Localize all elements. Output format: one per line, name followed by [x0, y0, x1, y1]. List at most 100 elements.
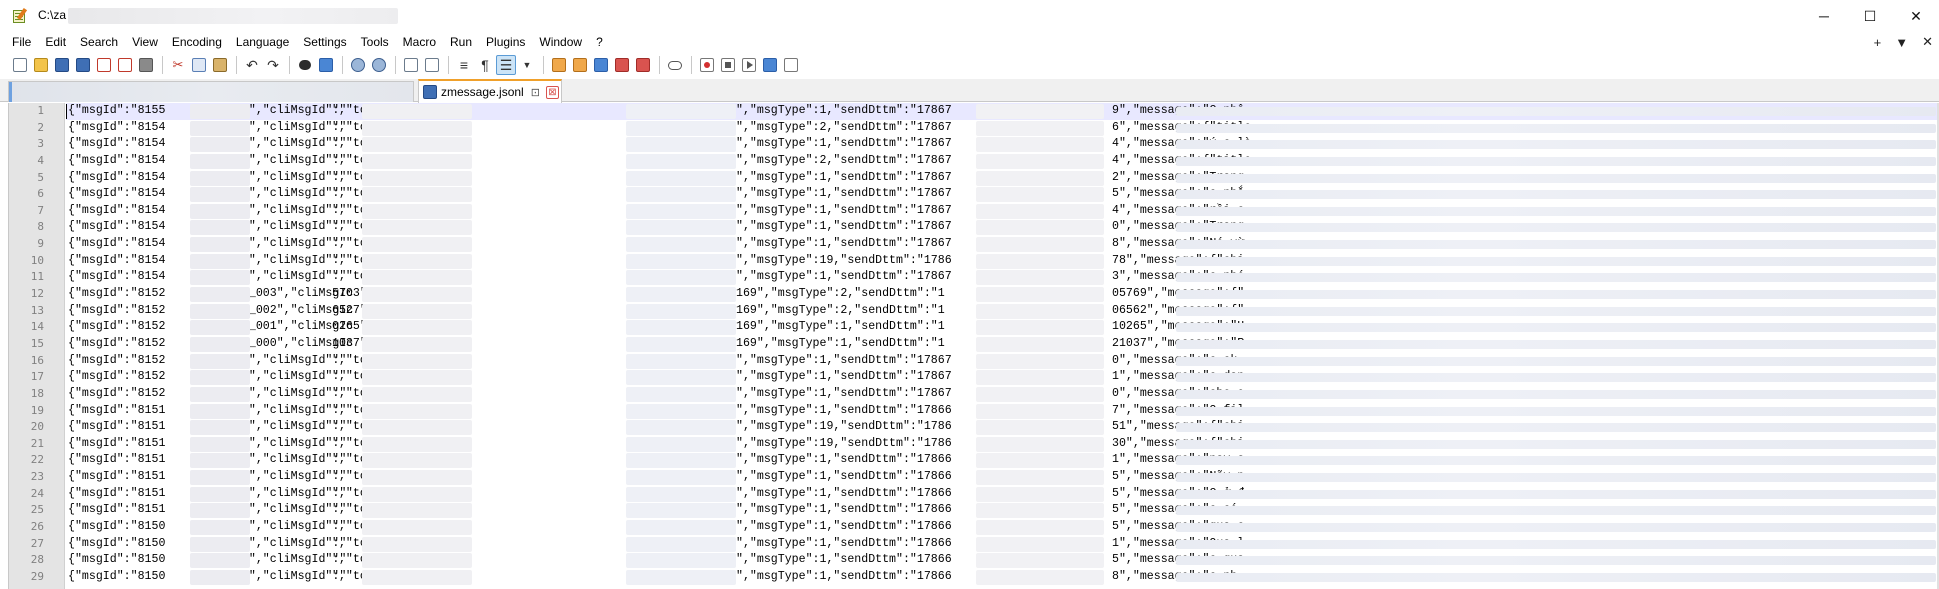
zoom-in-icon[interactable] — [348, 55, 368, 75]
tab-redacted[interactable] — [8, 81, 414, 102]
code-line[interactable]: {"msgId":"8152 34_002","cliMsgIc6527","t… — [66, 303, 1939, 320]
paste-icon[interactable] — [210, 55, 230, 75]
line-number: 13 — [30, 303, 44, 317]
menu-run[interactable]: Run — [443, 32, 479, 52]
document-map-icon[interactable] — [612, 55, 632, 75]
monitoring-icon[interactable] — [665, 55, 685, 75]
menu-file[interactable]: File — [0, 32, 38, 52]
new-file-icon[interactable] — [10, 55, 30, 75]
code-line[interactable]: {"msgId":"8154 94","cliMsgId":"","toUid"… — [66, 269, 1939, 286]
code-line[interactable]: {"msgId":"8152 34_000","cliMsgIc1037","t… — [66, 336, 1939, 353]
word-wrap-icon[interactable]: ≡ — [454, 55, 474, 75]
code-line[interactable]: {"msgId":"8151 33","cliMsgId":"","toUid"… — [66, 486, 1939, 503]
menu-settings[interactable]: Settings — [296, 32, 353, 52]
user-language-icon[interactable] — [549, 55, 569, 75]
find-icon[interactable] — [295, 55, 315, 75]
copy-icon[interactable] — [189, 55, 209, 75]
close-window-button[interactable]: ✕ — [1893, 0, 1939, 32]
open-file-icon[interactable] — [31, 55, 51, 75]
code-line[interactable]: {"msgId":"8150 43","cliMsgId":"","toUid"… — [66, 569, 1939, 586]
code-line[interactable]: {"msgId":"8151 52","cliMsgId":"","toUid"… — [66, 452, 1939, 469]
redacted-message-content — [1176, 256, 1936, 266]
maximize-button[interactable]: ☐ — [1847, 0, 1893, 32]
menu-language[interactable]: Language — [229, 32, 296, 52]
new-tab-button[interactable]: + — [1874, 35, 1882, 50]
code-line[interactable]: {"msgId":"8151 56","cliMsgId":"","toUid"… — [66, 469, 1939, 486]
function-list-icon[interactable] — [570, 55, 590, 75]
redacted-value — [190, 536, 250, 552]
menu-search[interactable]: Search — [73, 32, 125, 52]
code-line[interactable]: {"msgId":"8151 34","cliMsgId":"","toUid"… — [66, 403, 1939, 420]
code-line[interactable]: {"msgId":"8152 77","cliMsgId":"","toUid"… — [66, 386, 1939, 403]
code-line[interactable]: {"msgId":"8150 34","cliMsgId":"","toUid"… — [66, 519, 1939, 536]
line-number: 24 — [30, 486, 44, 500]
code-line[interactable]: {"msgId":"8152 34_001","cliMsgIc0265","t… — [66, 319, 1939, 336]
code-line[interactable]: {"msgId":"8152 55","cliMsgId":"","toUid"… — [66, 369, 1939, 386]
code-line[interactable]: {"msgId":"8151 06","cliMsgId":"","toUid"… — [66, 502, 1939, 519]
menu-view[interactable]: View — [125, 32, 165, 52]
pin-icon[interactable]: ⊡ — [531, 86, 540, 99]
code-line[interactable]: {"msgId":"8150 96","cliMsgId":"","toUid"… — [66, 552, 1939, 569]
save-macro-icon[interactable] — [781, 55, 801, 75]
show-all-characters-icon[interactable]: ¶ — [475, 55, 495, 75]
redacted-message-content — [1176, 456, 1936, 466]
cut-icon[interactable]: ✂ — [168, 55, 188, 75]
menu-macro[interactable]: Macro — [396, 32, 443, 52]
redacted-value — [626, 187, 736, 203]
code-line[interactable]: {"msgId":"8154 75","cliMsgId":"","toUid"… — [66, 120, 1939, 137]
redacted-message-content — [1176, 473, 1936, 483]
code-line[interactable]: {"msgId":"8154 34","cliMsgId":"","toUid"… — [66, 153, 1939, 170]
minimize-button[interactable]: ─ — [1801, 0, 1847, 32]
code-line[interactable]: {"msgId":"8154 24","cliMsgId":"","toUid"… — [66, 203, 1939, 220]
close-icon[interactable] — [94, 55, 114, 75]
save-all-icon[interactable] — [73, 55, 93, 75]
close-all-icon[interactable] — [115, 55, 135, 75]
editor[interactable]: 1 2 3 4 5 6 7 8 9 10 11 12 13 14 15 16 17 18 19 20 21 22 23 24 2… — [8, 103, 1939, 589]
code-line[interactable]: {"msgId":"8154 31","cliMsgId":"","toUid"… — [66, 219, 1939, 236]
code-line[interactable]: {"msgId":"8154 28","cliMsgId":"","toUid"… — [66, 253, 1939, 270]
run-macro-multiple-icon[interactable] — [760, 55, 780, 75]
code-line[interactable]: {"msgId":"8154 78","cliMsgId":"","toUid"… — [66, 236, 1939, 253]
menu-encoding[interactable]: Encoding — [165, 32, 229, 52]
play-macro-icon[interactable] — [739, 55, 759, 75]
tab-close-icon[interactable]: ⊠ — [545, 85, 559, 99]
menu-tools[interactable]: Tools — [354, 32, 396, 52]
code-line[interactable]: {"msgId":"8152 34_003","cliMsgIc5703","t… — [66, 286, 1939, 303]
print-icon[interactable] — [136, 55, 156, 75]
menu-window[interactable]: Window — [532, 32, 589, 52]
tab-list-dropdown[interactable]: ▼ — [1895, 35, 1908, 50]
folder-as-workspace-icon[interactable] — [591, 55, 611, 75]
code-line[interactable]: {"msgId":"8155 05","cliMsgId":"","toUid"… — [66, 103, 1939, 120]
menu-help[interactable]: ? — [589, 32, 610, 52]
indent-guide-icon[interactable]: ☰ — [496, 55, 516, 75]
zoom-out-icon[interactable] — [369, 55, 389, 75]
code-segment: ","msgType":1,"sendDttm":"17867 — [736, 237, 952, 251]
code-line[interactable]: {"msgId":"8154 22","cliMsgId":"","toUid"… — [66, 136, 1939, 153]
code-line[interactable]: {"msgId":"8150 16","cliMsgId":"","toUid"… — [66, 536, 1939, 553]
code-line[interactable]: {"msgId":"8154 33","cliMsgId":"","toUid"… — [66, 170, 1939, 187]
stop-recording-icon[interactable] — [718, 55, 738, 75]
menu-edit[interactable]: Edit — [38, 32, 73, 52]
menu-plugins[interactable]: Plugins — [479, 32, 532, 52]
sync-horizontal-icon[interactable] — [422, 55, 442, 75]
sync-vertical-icon[interactable] — [401, 55, 421, 75]
replace-icon[interactable] — [316, 55, 336, 75]
dropdown-icon[interactable]: ▼ — [517, 55, 537, 75]
line-number: 3 — [37, 137, 44, 151]
notepad-plus-plus-icon[interactable] — [12, 7, 28, 24]
code-line[interactable]: {"msgId":"8151 59","cliMsgId":"","toUid"… — [66, 419, 1939, 436]
record-macro-icon[interactable] — [697, 55, 717, 75]
code-line[interactable]: {"msgId":"8151 91","cliMsgId":"","toUid"… — [66, 436, 1939, 453]
redo-icon[interactable]: ↷ — [263, 55, 283, 75]
code-line[interactable]: {"msgId":"8154 15","cliMsgId":"","toUid"… — [66, 186, 1939, 203]
tab-zmessage-jsonl[interactable]: zmessage.jsonl ⊡ ⊠ — [418, 79, 562, 103]
redacted-value — [976, 253, 1104, 269]
close-document-button[interactable]: ✕ — [1922, 34, 1933, 50]
code-area[interactable]: {"msgId":"8155 05","cliMsgId":"","toUid"… — [66, 103, 1939, 589]
code-segment: ","msgType":1,"sendDttm":"17866 — [736, 470, 952, 484]
save-icon[interactable] — [52, 55, 72, 75]
code-line[interactable]: {"msgId":"8152 34","cliMsgId":"","toUid"… — [66, 353, 1939, 370]
saved-file-icon — [423, 85, 437, 99]
undo-icon[interactable]: ↶ — [242, 55, 262, 75]
document-list-icon[interactable] — [633, 55, 653, 75]
